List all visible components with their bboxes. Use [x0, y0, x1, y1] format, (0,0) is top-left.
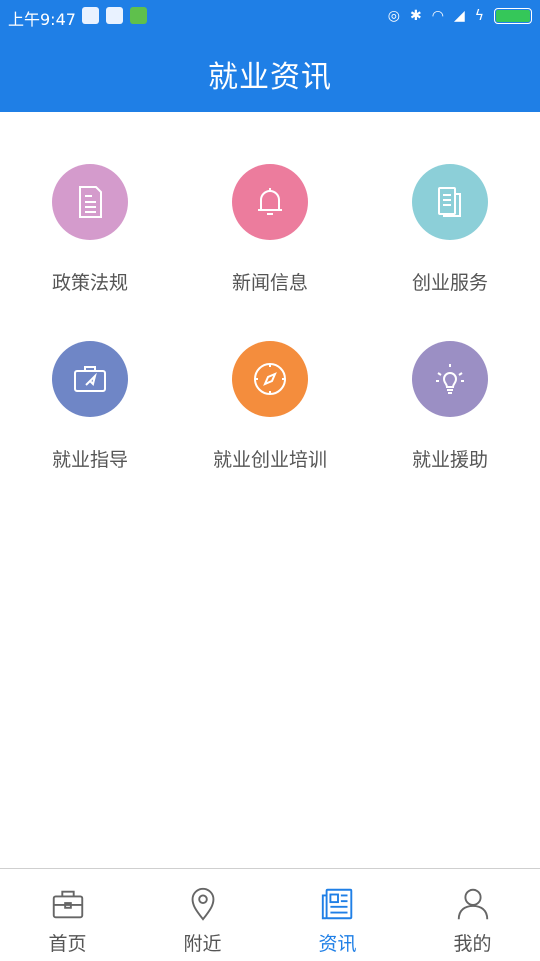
bottom-tab-bar: 首页 附近 资讯 我的: [0, 868, 540, 961]
document-icon: [52, 164, 128, 240]
grid-item-label: 政策法规: [51, 272, 128, 294]
location-pin-icon: [191, 887, 215, 921]
tab-label: 首页: [48, 933, 87, 955]
grid-item-training[interactable]: 就业创业培训: [180, 341, 360, 501]
bell-icon: [232, 164, 308, 240]
status-bar: 上午9:47 ◎ ✱ ◠ ◢ ϟ: [0, 0, 540, 32]
compass-icon: [232, 341, 308, 417]
tab-label: 资讯: [318, 933, 357, 955]
grid-item-startup-service[interactable]: 创业服务: [360, 164, 540, 324]
user-icon: [457, 888, 489, 920]
notification-app-icon: [82, 7, 99, 24]
tab-news[interactable]: 资讯: [270, 869, 405, 961]
signal-icon: ◢: [453, 8, 465, 24]
news-icon: [321, 888, 353, 920]
tab-nearby[interactable]: 附近: [135, 869, 270, 961]
briefcase-icon: [52, 890, 84, 919]
grid-item-employment-guidance[interactable]: 就业指导: [0, 341, 180, 501]
grid-item-employment-aid[interactable]: 就业援助: [360, 341, 540, 501]
grid-item-label: 就业指导: [51, 449, 128, 471]
tab-label: 我的: [453, 933, 492, 955]
tab-home[interactable]: 首页: [0, 869, 135, 961]
charging-icon: ϟ: [474, 8, 484, 24]
grid-item-policy[interactable]: 政策法规: [0, 164, 180, 324]
bluetooth-icon: ✱: [410, 8, 422, 24]
grid-item-label: 就业援助: [411, 449, 488, 471]
grid-item-label: 新闻信息: [231, 272, 308, 294]
battery-icon: [494, 8, 532, 24]
header-bar: 上午9:47 ◎ ✱ ◠ ◢ ϟ 就业资讯: [0, 0, 540, 112]
tab-profile[interactable]: 我的: [405, 869, 540, 961]
briefcase-arrow-icon: [52, 341, 128, 417]
grid-item-label: 创业服务: [411, 272, 488, 294]
lightbulb-icon: [412, 341, 488, 417]
notification-app-icon: [106, 7, 123, 24]
status-right-icons: ◎ ✱ ◠ ◢ ϟ: [388, 6, 532, 26]
status-time: 上午9:47: [8, 10, 76, 29]
page-title: 就业资讯: [208, 60, 332, 95]
grid-item-news[interactable]: 新闻信息: [180, 164, 360, 324]
wifi-icon: ◠: [431, 8, 444, 24]
tab-label: 附近: [183, 933, 222, 955]
grid-item-label: 就业创业培训: [212, 449, 327, 471]
alarm-icon: ◎: [387, 8, 401, 24]
notification-app-icon: [130, 7, 147, 24]
papers-icon: [412, 164, 488, 240]
